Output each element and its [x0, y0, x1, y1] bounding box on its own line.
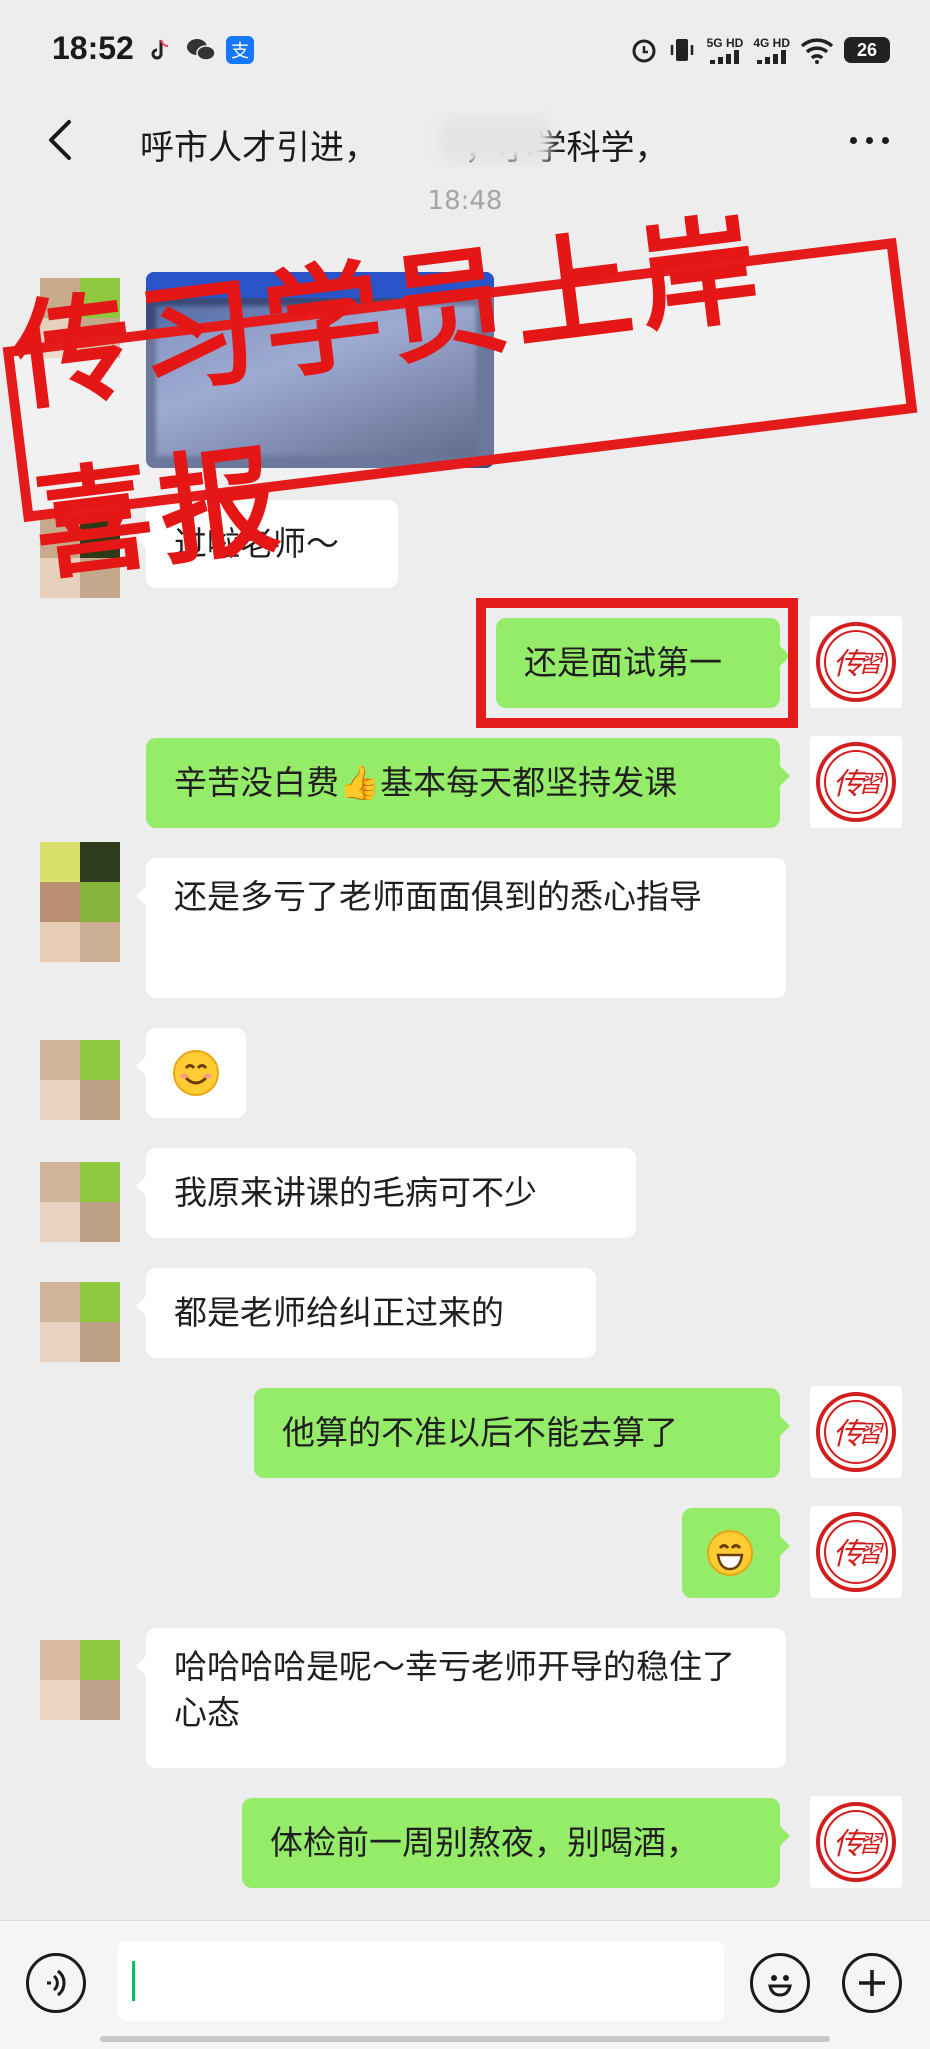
- status-bar: 18:52 支 5G HD 4G HD 26: [0, 0, 930, 100]
- tiktok-icon: [146, 36, 174, 64]
- svg-text:習: 習: [858, 1420, 885, 1448]
- stamp-text: 传习学员上岸喜报: [5, 198, 773, 598]
- seal-logo-icon: 传習: [816, 622, 896, 702]
- more-dot: [881, 136, 889, 144]
- add-icon: [859, 1970, 885, 1996]
- message-text: 都是老师给纠正过来的: [174, 1293, 504, 1332]
- message-bubble[interactable]: [136, 1028, 246, 1118]
- announcement-stamp: 传习学员上岸喜报: [2, 199, 918, 597]
- alipay-icon: 支: [226, 36, 254, 64]
- contact-avatar[interactable]: [40, 842, 120, 962]
- emoji-icon: [768, 1975, 792, 1997]
- voice-button[interactable]: [26, 1953, 86, 2013]
- add-button[interactable]: [842, 1953, 902, 2013]
- seal-logo-icon: 传習: [816, 1512, 896, 1592]
- status-time: 18:52: [52, 30, 134, 66]
- contact-avatar[interactable]: [40, 1040, 120, 1120]
- message-bubble[interactable]: [682, 1508, 790, 1598]
- more-dots-icon: [849, 136, 857, 144]
- more-dot: [865, 136, 873, 144]
- signal-icon-2: [756, 49, 786, 64]
- message-bubble[interactable]: 都是老师给纠正过来的: [136, 1268, 596, 1358]
- svg-text:習: 習: [858, 1830, 885, 1858]
- home-indicator: [100, 2036, 830, 2042]
- smile-emoji-icon: [173, 1050, 219, 1096]
- status-right-group: 5G HD 4G HD 26: [631, 32, 890, 68]
- message-bubble[interactable]: 还是多亏了老师面面俱到的悉心指导: [136, 858, 786, 998]
- svg-text:支: 支: [231, 41, 249, 62]
- seal-logo-icon: 传習: [816, 742, 896, 822]
- message-bubble[interactable]: 体检前一周别熬夜，别喝酒，: [242, 1798, 790, 1888]
- teacher-avatar[interactable]: 传習: [810, 736, 902, 828]
- message-bubble[interactable]: 他算的不准以后不能去算了: [254, 1388, 790, 1478]
- voice-icon: [47, 1969, 66, 1997]
- highlight-box: [476, 598, 798, 728]
- message-text: 哈哈哈哈是呢～幸亏老师开导的稳住了心态: [174, 1647, 735, 1732]
- message-bubble[interactable]: 我原来讲课的毛病可不少: [136, 1148, 636, 1238]
- text-caret: [132, 1961, 135, 2001]
- teacher-avatar[interactable]: 传習: [810, 1796, 902, 1888]
- contact-avatar[interactable]: [40, 1640, 120, 1720]
- svg-text:習: 習: [858, 1540, 885, 1568]
- teacher-avatar[interactable]: 传習: [810, 1506, 902, 1598]
- blurred-name: [440, 118, 550, 162]
- message-input[interactable]: [118, 1941, 724, 2021]
- seal-logo-icon: 传習: [816, 1392, 896, 1472]
- message-bubble[interactable]: 哈哈哈哈是呢～幸亏老师开导的稳住了心态: [136, 1628, 786, 1768]
- message-text: 他算的不准以后不能去算了: [282, 1413, 678, 1452]
- network-label-2: 4G HD: [753, 35, 790, 50]
- message-text: 体检前一周别熬夜，别喝酒，: [270, 1823, 699, 1862]
- seal-logo-icon: 传習: [816, 1802, 896, 1882]
- alarm-icon: [632, 39, 656, 63]
- network-label-1: 5G HD: [706, 35, 744, 50]
- wechat-icon: [186, 36, 216, 64]
- signal-icon: [709, 49, 739, 64]
- teacher-avatar[interactable]: 传習: [810, 1386, 902, 1478]
- emoji-button[interactable]: [750, 1953, 810, 2013]
- signal-4g: 4G HD: [753, 35, 790, 64]
- wifi-icon: [800, 38, 834, 64]
- message-text: 还是多亏了老师面面俱到的悉心指导: [174, 877, 702, 916]
- vibrate-icon: [670, 39, 693, 61]
- teacher-avatar[interactable]: 传習: [810, 616, 902, 708]
- svg-text:習: 習: [858, 770, 885, 798]
- message-text: 我原来讲课的毛病可不少: [174, 1173, 537, 1212]
- grin-emoji-icon: [707, 1530, 753, 1576]
- message-text: 辛苦没白费👍基本每天都坚持发课: [174, 763, 678, 802]
- message-bubble[interactable]: 辛苦没白费👍基本每天都坚持发课: [146, 738, 790, 828]
- contact-avatar[interactable]: [40, 1282, 120, 1362]
- svg-text:習: 習: [858, 650, 885, 678]
- back-button[interactable]: [30, 110, 90, 170]
- signal-5g: 5G HD: [706, 35, 744, 64]
- input-bar: [0, 1920, 930, 2049]
- battery-icon: 26: [844, 37, 890, 63]
- back-chevron-icon: [49, 120, 71, 160]
- contact-avatar[interactable]: [40, 1162, 120, 1242]
